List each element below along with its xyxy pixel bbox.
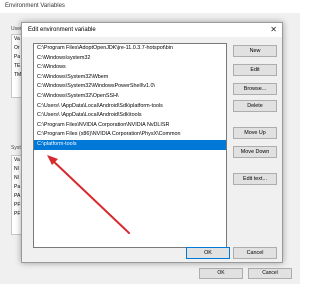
env-cancel-button[interactable]: Cancel — [248, 268, 292, 279]
edit-text-button[interactable]: Edit text... — [233, 173, 277, 185]
dialog-title: Edit environment variable — [28, 27, 96, 33]
path-item[interactable]: C:\Windows — [34, 63, 226, 73]
edit-button[interactable]: Edit — [233, 64, 277, 76]
cancel-button[interactable]: Cancel — [233, 247, 277, 259]
move-up-button[interactable]: Move Up — [233, 127, 277, 139]
environment-variables-titlebar: Environment Variables — [0, 0, 300, 13]
delete-button[interactable]: Delete — [233, 100, 277, 112]
path-item-selected[interactable]: C:\platform-tools — [34, 139, 226, 150]
path-item[interactable]: C:\Users\ \AppData\Local\Android\Sdk\pla… — [34, 102, 226, 112]
move-down-button[interactable]: Move Down — [233, 146, 277, 158]
path-item[interactable]: C:\Windows\System32\OpenSSH\ — [34, 92, 226, 102]
environment-variables-title: Environment Variables — [5, 3, 65, 9]
new-button[interactable]: New — [233, 45, 277, 57]
edit-environment-variable-dialog: Edit environment variable ✕ C:\Program F… — [21, 22, 283, 263]
path-list[interactable]: C:\Program Files\AdoptOpenJDK\jre-11.0.3… — [33, 43, 227, 248]
path-item[interactable]: C:\Users\ \AppData\Local\Android\Sdk\too… — [34, 111, 226, 121]
path-item[interactable]: C:\Program Files\NVIDIA Corporation\NVID… — [34, 121, 226, 131]
browse-button[interactable]: Browse... — [233, 83, 277, 95]
ok-button[interactable]: OK — [186, 247, 230, 259]
env-ok-button[interactable]: OK — [199, 268, 243, 279]
path-item[interactable]: C:\Windows\system32 — [34, 54, 226, 64]
path-item[interactable]: C:\Windows\System32\WindowsPowerShell\v1… — [34, 82, 226, 92]
path-item[interactable]: C:\Windows\System32\Wbem — [34, 73, 226, 83]
path-item[interactable]: C:\Program Files\AdoptOpenJDK\jre-11.0.3… — [34, 44, 226, 54]
close-icon[interactable]: ✕ — [270, 25, 277, 34]
user-variables-label: User — [11, 26, 22, 32]
dialog-titlebar: Edit environment variable ✕ — [22, 23, 282, 37]
path-item[interactable]: C:\Program Files (x86)\NVIDIA Corporatio… — [34, 130, 226, 140]
